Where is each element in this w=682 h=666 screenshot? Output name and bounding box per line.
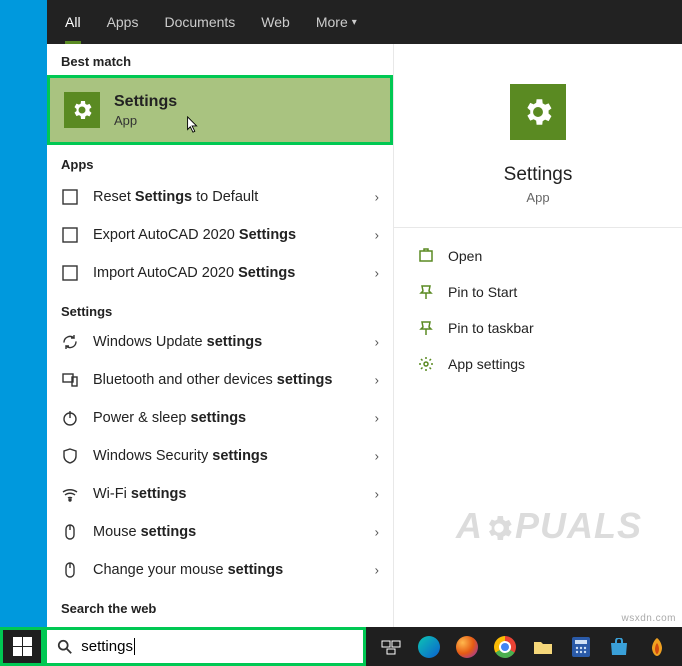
watermark: APUALS [456,505,642,547]
update-icon [61,333,79,351]
app-result-import-autocad[interactable]: Import AutoCAD 2020 Settings › [47,254,393,292]
settings-bluetooth[interactable]: Bluetooth and other devices settings › [47,361,393,399]
preview-column: Settings App Open Pin to Start Pin to ta… [394,44,682,627]
tab-apps[interactable]: Apps [107,0,139,44]
settings-windows-update[interactable]: Windows Update settings › [47,323,393,361]
settings-section-label: Settings [47,292,393,323]
app-icon[interactable] [640,627,674,666]
store-icon[interactable] [602,627,636,666]
preview-title: Settings [504,164,573,186]
pin-icon [418,320,434,336]
gear-icon [510,84,566,140]
chrome-icon[interactable] [488,627,522,666]
tab-more[interactable]: More▾ [316,0,357,44]
devices-icon [61,371,79,389]
cursor-icon [186,116,200,134]
desktop-left-stripe [0,0,47,666]
best-match-item[interactable]: Settings App [47,75,393,145]
chevron-right-icon: › [375,228,379,243]
preview-subtitle: App [526,190,549,205]
settings-wifi[interactable]: Wi-Fi settings › [47,475,393,513]
edge-icon[interactable] [412,627,446,666]
action-pin-start[interactable]: Pin to Start [416,278,660,306]
gear-icon [418,356,434,372]
action-pin-taskbar[interactable]: Pin to taskbar [416,314,660,342]
pin-icon [418,284,434,300]
shield-icon [61,447,79,465]
firefox-icon[interactable] [450,627,484,666]
start-button[interactable] [0,627,44,666]
taskbar: settings [0,627,682,666]
app-result-reset-settings[interactable]: Reset Settings to Default › [47,178,393,216]
task-view-icon[interactable] [374,627,408,666]
file-explorer-icon[interactable] [526,627,560,666]
chevron-right-icon: › [375,411,379,426]
settings-mouse[interactable]: Mouse settings › [47,513,393,551]
best-match-label: Best match [47,44,393,75]
power-icon [61,409,79,427]
settings-power-sleep[interactable]: Power & sleep settings › [47,399,393,437]
chevron-right-icon: › [375,373,379,388]
action-app-settings[interactable]: App settings [416,350,660,378]
tab-documents[interactable]: Documents [164,0,235,44]
chevron-right-icon: › [375,449,379,464]
mouse-icon [61,523,79,541]
chevron-right-icon: › [375,563,379,578]
action-open[interactable]: Open [416,242,660,270]
windows-logo-icon [13,637,32,656]
settings-change-mouse[interactable]: Change your mouse settings › [47,551,393,589]
chevron-down-icon: ▾ [352,17,357,28]
autocad-icon [61,188,79,206]
autocad-icon [61,226,79,244]
taskbar-search[interactable]: settings [44,627,366,666]
web-result-settings[interactable]: settings - See web results › [47,620,393,627]
tab-all[interactable]: All [65,0,81,44]
results-column: Best match Settings App Apps Reset Setti… [47,44,394,627]
taskbar-apps [366,627,682,666]
chevron-right-icon: › [375,266,379,281]
tab-web[interactable]: Web [261,0,290,44]
app-result-export-autocad[interactable]: Export AutoCAD 2020 Settings › [47,216,393,254]
apps-section-label: Apps [47,147,393,178]
search-web-label: Search the web [47,589,393,620]
search-input-value: settings [81,638,135,655]
preview-hero: Settings App [394,44,682,228]
open-icon [418,248,434,264]
autocad-icon [61,264,79,282]
chevron-right-icon: › [375,487,379,502]
search-tabs: All Apps Documents Web More▾ [47,0,682,44]
gear-icon [64,92,100,128]
preview-actions: Open Pin to Start Pin to taskbar App set… [394,228,682,392]
mouse-icon [61,561,79,579]
best-match-title: Settings [114,93,177,111]
credit-text: wsxdn.com [621,613,676,624]
calculator-icon[interactable] [564,627,598,666]
chevron-right-icon: › [375,190,379,205]
wifi-icon [61,485,79,503]
chevron-right-icon: › [375,335,379,350]
settings-windows-security[interactable]: Windows Security settings › [47,437,393,475]
best-match-subtitle: App [114,113,177,128]
start-search-panel: All Apps Documents Web More▾ Best match … [47,0,682,627]
search-icon [57,639,73,655]
chevron-right-icon: › [375,525,379,540]
